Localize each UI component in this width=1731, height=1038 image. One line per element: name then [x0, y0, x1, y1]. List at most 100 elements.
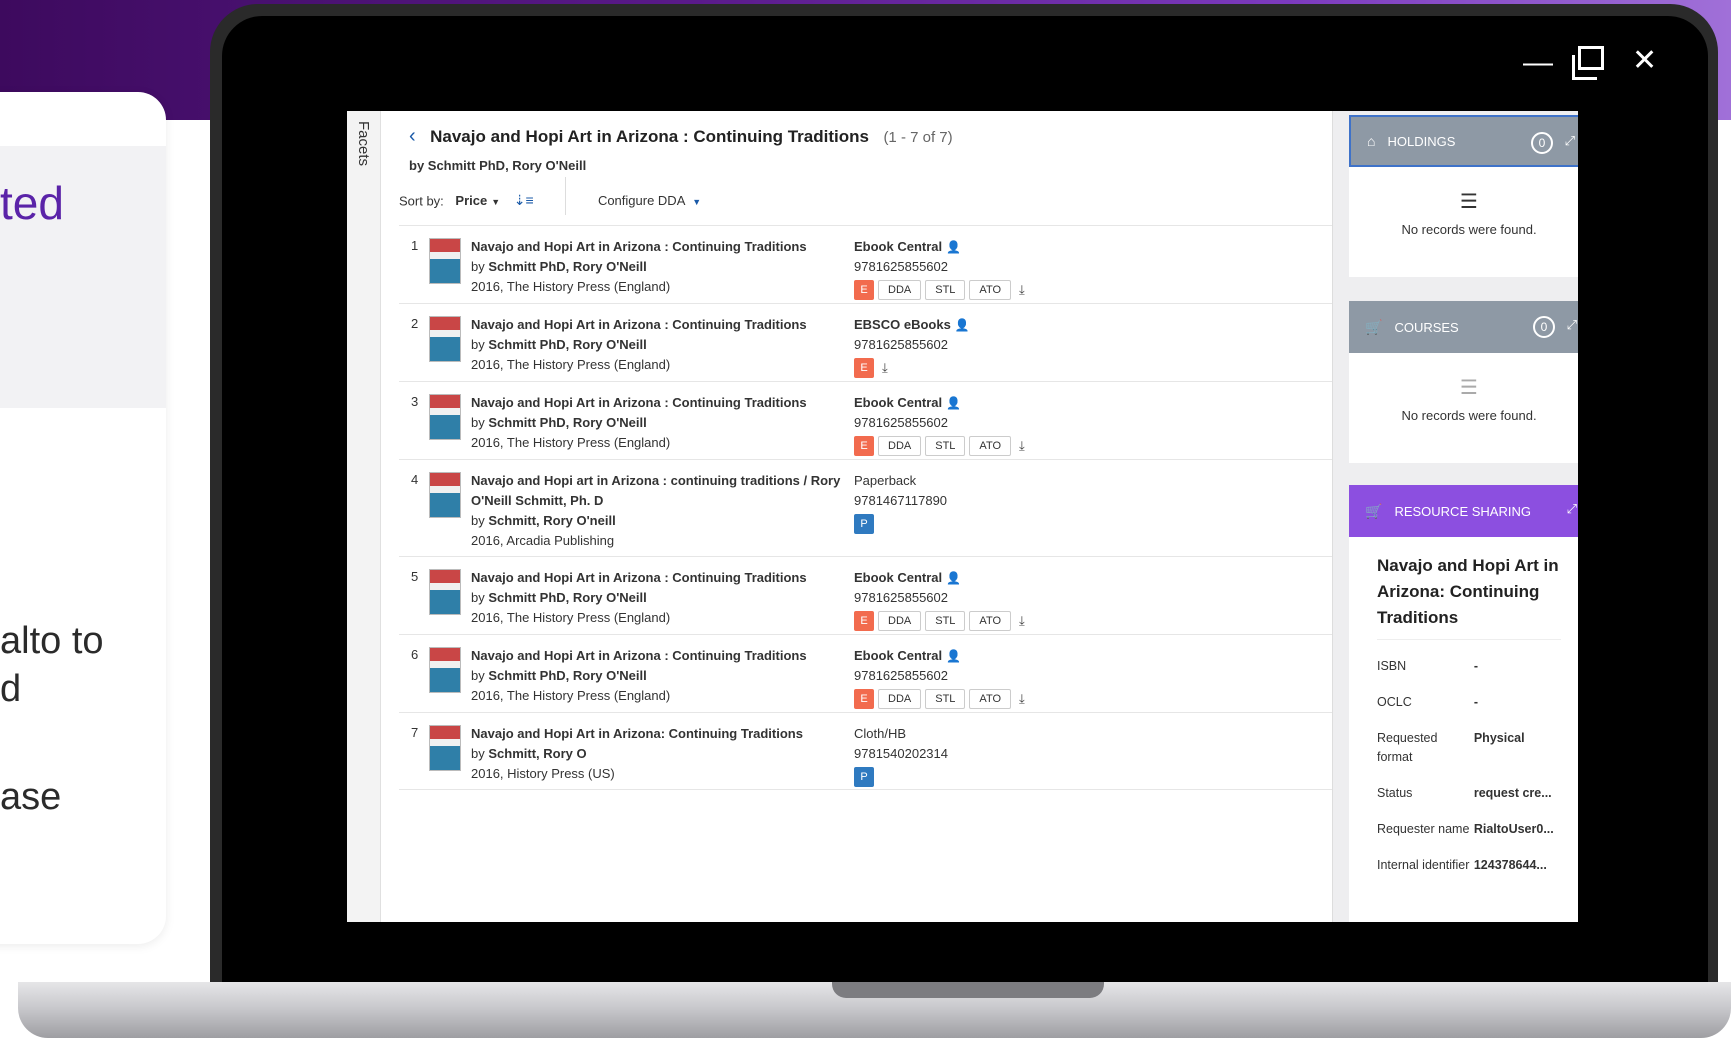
table-row[interactable]: 5 Navajo and Hopi Art in Arizona : Contin…	[399, 556, 1332, 634]
courses-header[interactable]: 🛒 COURSES 0 ⤢	[1349, 301, 1578, 353]
acquisition-tag[interactable]: DDA	[878, 436, 922, 456]
result-number: 3	[411, 394, 419, 409]
minimize-icon[interactable]: —	[1523, 48, 1553, 78]
table-row[interactable]: 6 Navajo and Hopi Art in Arizona : Contin…	[399, 634, 1332, 712]
result-source: Ebook Central 👤 9781625855602 E DDA STL ATO ⤓	[854, 237, 1154, 301]
book-cover-thumbnail[interactable]	[429, 725, 461, 771]
acquisition-tag[interactable]: ATO	[969, 689, 1012, 709]
table-row[interactable]: 4 Navajo and Hopi art in Arizona : contin…	[399, 459, 1332, 556]
resource-sharing-label: RESOURCE SHARING	[1394, 503, 1531, 519]
acquisition-tag[interactable]: STL	[925, 611, 966, 631]
result-platform: Cloth/HB	[854, 726, 907, 741]
acquisition-tag[interactable]: ATO	[969, 280, 1012, 300]
book-cover-thumbnail[interactable]	[429, 316, 461, 362]
result-title[interactable]: Navajo and Hopi Art in Arizona: Continui…	[471, 724, 849, 744]
book-cover-thumbnail[interactable]	[429, 238, 461, 284]
close-icon[interactable]: ✕	[1632, 46, 1657, 76]
cart-icon: 🛒	[1365, 318, 1383, 335]
result-info: Navajo and Hopi Art in Arizona : Continu…	[471, 393, 849, 453]
result-source: Paperback 9781467117890 P	[854, 471, 1154, 535]
acquisition-tag[interactable]: DDA	[878, 280, 922, 300]
result-publication: 2016, The History Press (England)	[471, 357, 671, 372]
expand-icon[interactable]: ⤢	[1567, 317, 1577, 333]
sort-toolbar: Sort by: Price ▼ ⇣≡ Configure DDA ▼	[399, 177, 701, 215]
result-title[interactable]: Navajo and Hopi Art in Arizona : Continu…	[471, 393, 849, 413]
field-value: 124378644...	[1473, 858, 1547, 872]
page-authors: by Schmitt PhD, Rory O'Neill	[409, 158, 587, 173]
acquisition-tag[interactable]: STL	[925, 436, 966, 456]
download-icon[interactable]: ⤓	[1019, 280, 1025, 300]
field-key: Requested format	[1377, 731, 1438, 764]
result-author: by Schmitt PhD, Rory O'Neill	[471, 588, 849, 608]
result-count: (1 - 7 of 7)	[883, 129, 953, 146]
result-info: Navajo and Hopi Art in Arizona : Continu…	[471, 646, 849, 706]
caret-down-icon: ▼	[491, 197, 501, 208]
acquisition-tag[interactable]: STL	[925, 689, 966, 709]
courses-label: COURSES	[1394, 319, 1459, 335]
result-title[interactable]: Navajo and Hopi Art in Arizona : Continu…	[471, 646, 849, 666]
book-cover-thumbnail[interactable]	[429, 569, 461, 615]
table-row[interactable]: 2 Navajo and Hopi Art in Arizona : Contin…	[399, 303, 1332, 381]
chevron-left-icon[interactable]: ‹	[409, 125, 416, 147]
holdings-count: 0	[1531, 132, 1553, 154]
resource-sharing-field: Requester name RialtoUser0...	[1377, 820, 1561, 839]
result-title[interactable]: Navajo and Hopi Art in Arizona : Continu…	[471, 237, 849, 257]
download-icon[interactable]: ⤓	[1019, 436, 1025, 456]
page-title: Navajo and Hopi Art in Arizona : Continu…	[430, 127, 869, 146]
result-publication: 2016, History Press (US)	[471, 766, 615, 781]
author-prefix: by	[471, 259, 485, 274]
result-source: Ebook Central 👤 9781625855602 E DDA STL ATO ⤓	[854, 646, 1154, 710]
resource-sharing-field: Internal identifier 124378644...	[1377, 856, 1561, 875]
download-icon[interactable]: ⤓	[882, 358, 888, 378]
home-icon: ⌂	[1367, 133, 1376, 149]
user-icon: 👤	[946, 571, 962, 585]
download-icon[interactable]: ⤓	[1019, 611, 1025, 631]
sort-order-icon[interactable]: ⇣≡	[514, 192, 534, 208]
resource-sharing-field: Requested format Physical	[1377, 729, 1561, 767]
result-title[interactable]: Navajo and Hopi Art in Arizona : Continu…	[471, 315, 849, 335]
result-info: Navajo and Hopi Art in Arizona : Continu…	[471, 568, 849, 628]
result-source: Cloth/HB 9781540202314 P	[854, 724, 1154, 788]
result-publication: 2016, Arcadia Publishing	[471, 533, 615, 548]
format-badge: E	[854, 611, 874, 631]
configure-dda-dropdown[interactable]: Configure DDA ▼	[598, 193, 701, 208]
table-row[interactable]: 1 Navajo and Hopi Art in Arizona : Contin…	[399, 225, 1332, 303]
download-icon[interactable]: ⤓	[1019, 689, 1025, 709]
book-cover-thumbnail[interactable]	[429, 394, 461, 440]
result-number: 2	[411, 316, 419, 331]
field-key: Status	[1377, 786, 1413, 800]
resource-sharing-body: Navajo and Hopi Art in Arizona: Continui…	[1349, 537, 1578, 922]
table-row[interactable]: 7 Navajo and Hopi Art in Arizona: Continu…	[399, 712, 1332, 790]
acquisition-tag[interactable]: DDA	[878, 689, 922, 709]
holdings-label: HOLDINGS	[1387, 133, 1456, 149]
result-title[interactable]: Navajo and Hopi art in Arizona : continu…	[471, 471, 849, 511]
result-isbn: 9781467117890	[854, 493, 948, 508]
expand-icon[interactable]: ⤢	[1565, 133, 1575, 149]
result-badges: P	[854, 513, 1154, 535]
user-icon: 👤	[946, 240, 962, 254]
holdings-panel: ⌂ HOLDINGS 0 ⤢ ☰ No records were found.	[1349, 115, 1578, 277]
acquisition-tag[interactable]: DDA	[878, 611, 922, 631]
maximize-icon[interactable]	[1572, 46, 1604, 80]
field-value: -	[1473, 659, 1479, 673]
result-badges: E DDA STL ATO ⤓	[854, 435, 1154, 457]
result-info: Navajo and Hopi Art in Arizona: Continui…	[471, 724, 849, 784]
result-title[interactable]: Navajo and Hopi Art in Arizona : Continu…	[471, 568, 849, 588]
acquisition-tag[interactable]: STL	[925, 280, 966, 300]
holdings-empty-message: No records were found.	[1401, 222, 1537, 237]
holdings-header[interactable]: ⌂ HOLDINGS 0 ⤢	[1349, 115, 1578, 167]
table-row[interactable]: 3 Navajo and Hopi Art in Arizona : Contin…	[399, 381, 1332, 459]
book-cover-thumbnail[interactable]	[429, 472, 461, 518]
result-number: 5	[411, 569, 419, 584]
book-cover-thumbnail[interactable]	[429, 647, 461, 693]
author-name: Schmitt, Rory O	[488, 746, 587, 761]
result-publication: 2016, The History Press (England)	[471, 435, 671, 450]
expand-icon[interactable]: ⤢	[1567, 501, 1577, 517]
acquisition-tag[interactable]: ATO	[969, 611, 1012, 631]
acquisition-tag[interactable]: ATO	[969, 436, 1012, 456]
resource-sharing-header[interactable]: 🛒 RESOURCE SHARING ⤢	[1349, 485, 1578, 537]
result-number: 6	[411, 647, 419, 662]
facets-toggle[interactable]: Facets	[347, 111, 381, 922]
sort-select[interactable]: Price ▼	[455, 193, 500, 208]
field-key: Requester name	[1377, 822, 1470, 836]
